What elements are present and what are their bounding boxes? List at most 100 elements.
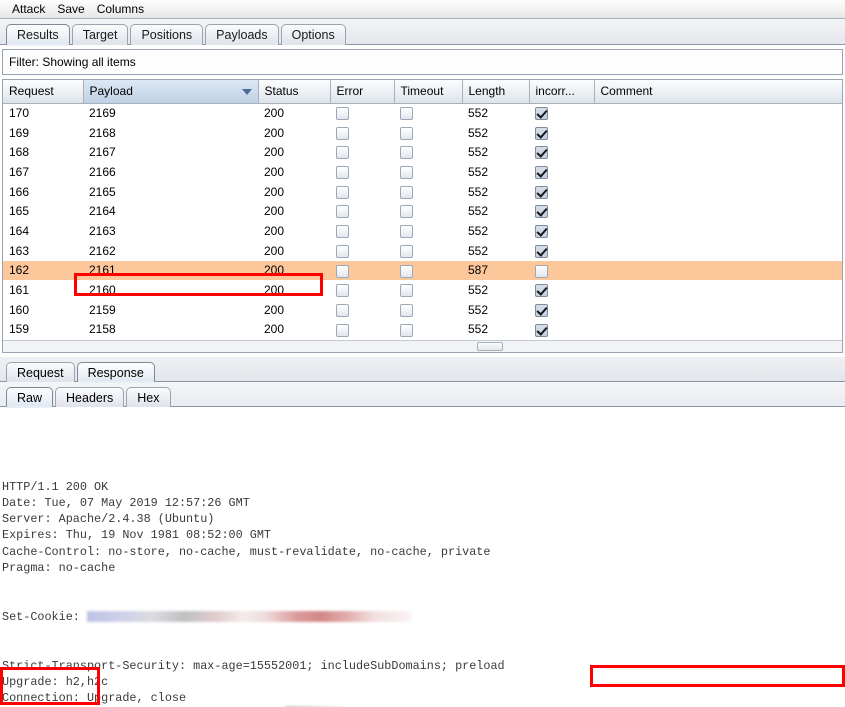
checkbox-unchecked-icon[interactable] bbox=[400, 304, 413, 317]
checkbox-checked-icon[interactable] bbox=[535, 284, 548, 297]
tab-target[interactable]: Target bbox=[72, 24, 129, 45]
results-scrollbar-thumb[interactable] bbox=[477, 342, 503, 351]
checkbox-unchecked-icon[interactable] bbox=[400, 107, 413, 120]
checkbox-checked-icon[interactable] bbox=[535, 127, 548, 140]
checkbox-checked-icon[interactable] bbox=[535, 304, 548, 317]
checkbox-unchecked-icon[interactable] bbox=[336, 127, 349, 140]
checkbox-unchecked-icon[interactable] bbox=[336, 166, 349, 179]
tab-headers[interactable]: Headers bbox=[55, 387, 124, 407]
cell-error[interactable] bbox=[330, 103, 394, 123]
cell-timeout[interactable] bbox=[394, 280, 462, 300]
table-row[interactable]: 1612160200552 bbox=[3, 280, 843, 300]
cell-incorrect[interactable] bbox=[529, 103, 594, 123]
checkbox-unchecked-icon[interactable] bbox=[400, 225, 413, 238]
cell-timeout[interactable] bbox=[394, 162, 462, 182]
cell-incorrect[interactable] bbox=[529, 123, 594, 143]
checkbox-unchecked-icon[interactable] bbox=[400, 205, 413, 218]
checkbox-unchecked-icon[interactable] bbox=[400, 284, 413, 297]
cell-incorrect[interactable] bbox=[529, 261, 594, 281]
cell-timeout[interactable] bbox=[394, 201, 462, 221]
cell-error[interactable] bbox=[330, 300, 394, 320]
cell-incorrect[interactable] bbox=[529, 241, 594, 261]
cell-error[interactable] bbox=[330, 123, 394, 143]
cell-error[interactable] bbox=[330, 221, 394, 241]
checkbox-unchecked-icon[interactable] bbox=[400, 186, 413, 199]
table-row[interactable]: 1632162200552 bbox=[3, 241, 843, 261]
cell-timeout[interactable] bbox=[394, 123, 462, 143]
checkbox-unchecked-icon[interactable] bbox=[336, 205, 349, 218]
column-header-incorrect[interactable]: incorr... bbox=[529, 80, 594, 103]
column-header-error[interactable]: Error bbox=[330, 80, 394, 103]
checkbox-checked-icon[interactable] bbox=[535, 146, 548, 159]
cell-error[interactable] bbox=[330, 241, 394, 261]
checkbox-unchecked-icon[interactable] bbox=[400, 166, 413, 179]
table-row[interactable]: 1662165200552 bbox=[3, 182, 843, 202]
checkbox-unchecked-icon[interactable] bbox=[400, 245, 413, 258]
tab-response[interactable]: Response bbox=[77, 362, 155, 382]
checkbox-unchecked-icon[interactable] bbox=[400, 127, 413, 140]
checkbox-unchecked-icon[interactable] bbox=[400, 146, 413, 159]
checkbox-unchecked-icon[interactable] bbox=[336, 225, 349, 238]
cell-timeout[interactable] bbox=[394, 261, 462, 281]
column-header-payload[interactable]: Payload bbox=[83, 80, 258, 103]
cell-timeout[interactable] bbox=[394, 320, 462, 340]
column-header-timeout[interactable]: Timeout bbox=[394, 80, 462, 103]
tab-positions[interactable]: Positions bbox=[130, 24, 203, 45]
column-header-length[interactable]: Length bbox=[462, 80, 529, 103]
table-row[interactable]: 1682167200552 bbox=[3, 142, 843, 162]
cell-timeout[interactable] bbox=[394, 182, 462, 202]
tab-options[interactable]: Options bbox=[281, 24, 346, 45]
cell-error[interactable] bbox=[330, 142, 394, 162]
cell-incorrect[interactable] bbox=[529, 320, 594, 340]
checkbox-checked-icon[interactable] bbox=[535, 166, 548, 179]
cell-timeout[interactable] bbox=[394, 241, 462, 261]
filter-bar[interactable]: Filter: Showing all items bbox=[2, 49, 843, 75]
menu-item-save[interactable]: Save bbox=[51, 1, 90, 18]
table-row[interactable]: 1602159200552 bbox=[3, 300, 843, 320]
cell-incorrect[interactable] bbox=[529, 162, 594, 182]
tab-results[interactable]: Results bbox=[6, 24, 70, 45]
checkbox-unchecked-icon[interactable] bbox=[336, 304, 349, 317]
cell-incorrect[interactable] bbox=[529, 182, 594, 202]
cell-error[interactable] bbox=[330, 320, 394, 340]
table-row[interactable]: 1642163200552 bbox=[3, 221, 843, 241]
column-header-request[interactable]: Request bbox=[3, 80, 83, 103]
cell-incorrect[interactable] bbox=[529, 142, 594, 162]
cell-incorrect[interactable] bbox=[529, 300, 594, 320]
results-horizontal-scrollbar[interactable] bbox=[3, 340, 842, 352]
checkbox-checked-icon[interactable] bbox=[535, 205, 548, 218]
checkbox-checked-icon[interactable] bbox=[535, 186, 548, 199]
cell-incorrect[interactable] bbox=[529, 221, 594, 241]
checkbox-unchecked-icon[interactable] bbox=[336, 324, 349, 337]
cell-timeout[interactable] bbox=[394, 103, 462, 123]
checkbox-unchecked-icon[interactable] bbox=[336, 186, 349, 199]
checkbox-unchecked-icon[interactable] bbox=[336, 265, 349, 278]
tab-hex[interactable]: Hex bbox=[126, 387, 170, 407]
checkbox-unchecked-icon[interactable] bbox=[336, 245, 349, 258]
cell-error[interactable] bbox=[330, 280, 394, 300]
checkbox-unchecked-icon[interactable] bbox=[336, 107, 349, 120]
cell-incorrect[interactable] bbox=[529, 280, 594, 300]
table-row[interactable]: 1692168200552 bbox=[3, 123, 843, 143]
checkbox-checked-icon[interactable] bbox=[535, 107, 548, 120]
checkbox-checked-icon[interactable] bbox=[535, 225, 548, 238]
table-row[interactable]: 1622161200587 bbox=[3, 261, 843, 281]
table-row[interactable]: 1652164200552 bbox=[3, 201, 843, 221]
cell-timeout[interactable] bbox=[394, 221, 462, 241]
checkbox-unchecked-icon[interactable] bbox=[336, 146, 349, 159]
cell-error[interactable] bbox=[330, 182, 394, 202]
cell-timeout[interactable] bbox=[394, 300, 462, 320]
checkbox-checked-icon[interactable] bbox=[535, 245, 548, 258]
table-row[interactable]: 1672166200552 bbox=[3, 162, 843, 182]
column-header-comment[interactable]: Comment bbox=[594, 80, 843, 103]
table-row[interactable]: 1702169200552 bbox=[3, 103, 843, 123]
tab-raw[interactable]: Raw bbox=[6, 387, 53, 407]
table-row[interactable]: 1592158200552 bbox=[3, 320, 843, 340]
cell-error[interactable] bbox=[330, 162, 394, 182]
tab-payloads[interactable]: Payloads bbox=[205, 24, 278, 45]
checkbox-unchecked-icon[interactable] bbox=[535, 265, 548, 278]
checkbox-checked-icon[interactable] bbox=[535, 324, 548, 337]
menu-item-columns[interactable]: Columns bbox=[91, 1, 150, 18]
tab-request[interactable]: Request bbox=[6, 362, 75, 382]
cell-timeout[interactable] bbox=[394, 142, 462, 162]
